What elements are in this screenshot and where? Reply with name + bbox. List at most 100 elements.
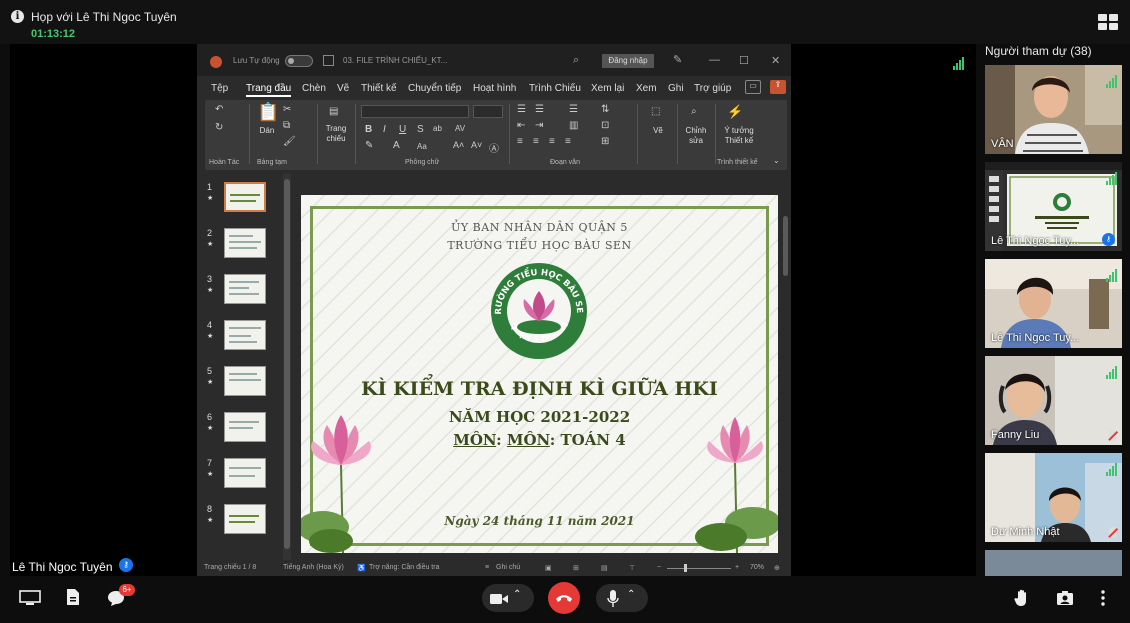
designer-label-2[interactable]: Thiết kế <box>717 136 761 146</box>
redo-icon[interactable]: ↻ <box>215 122 223 133</box>
font-size-select[interactable] <box>473 105 503 118</box>
participant-card-icon[interactable] <box>1056 590 1074 606</box>
reading-view-icon[interactable]: ▤ <box>601 564 608 572</box>
participant-tile[interactable]: Fanny Liu <box>985 356 1122 445</box>
designer-label-1[interactable]: Ý tưởng <box>717 126 761 136</box>
zoom-in-icon[interactable]: + <box>735 564 739 571</box>
slides-label-2[interactable]: chiếu <box>319 134 353 144</box>
tab-transitions[interactable]: Chuyển tiếp <box>408 83 461 94</box>
thumbnail-scrollbar-thumb[interactable] <box>284 179 290 549</box>
participant-tile[interactable]: Lê Thi Ngoc Tuy... <box>985 259 1122 348</box>
new-slide-icon[interactable]: ▤ <box>329 106 338 117</box>
slide-canvas[interactable]: ỦY BAN NHÂN DÂN QUẬN 5 TRƯỜNG TIỂU HỌC B… <box>301 195 778 553</box>
fit-to-window-icon[interactable]: ⊕ <box>774 564 780 572</box>
collapse-ribbon-icon[interactable]: ⌄ <box>773 156 780 165</box>
chevron-up-icon[interactable]: ⌃ <box>513 589 521 600</box>
underline-icon[interactable]: U <box>399 124 406 135</box>
copy-icon[interactable]: ⧉ <box>283 120 290 131</box>
slide-thumbnail[interactable] <box>224 504 266 534</box>
participant-tile[interactable]: Dư Minh Nhật <box>985 453 1122 542</box>
font-case-icon[interactable]: AV <box>455 124 465 133</box>
zoom-slider[interactable] <box>667 568 731 569</box>
text-effect-icon[interactable]: Aa <box>417 142 427 151</box>
minimize-icon[interactable]: — <box>709 54 720 66</box>
tab-review[interactable]: Xem lại <box>591 83 624 94</box>
italic-icon[interactable]: I <box>383 124 386 135</box>
tab-insert[interactable]: Chèn <box>302 83 326 94</box>
maximize-icon[interactable]: ☐ <box>739 54 749 67</box>
zoom-out-icon[interactable]: − <box>657 564 661 571</box>
font-color-icon[interactable]: A <box>393 140 400 151</box>
tab-draw[interactable]: Vẽ <box>337 83 349 94</box>
increase-indent-icon[interactable]: ⇥ <box>535 120 543 131</box>
normal-view-icon[interactable]: ▣ <box>545 564 552 572</box>
slideshow-icon[interactable]: ⊤ <box>629 564 635 572</box>
char-spacing-icon[interactable]: ab <box>433 124 442 133</box>
notes-button[interactable]: Ghi chú <box>496 564 520 571</box>
numbering-icon[interactable]: ☰ <box>535 104 544 115</box>
zoom-level[interactable]: 70% <box>750 564 764 571</box>
strikethrough-icon[interactable]: S <box>417 124 424 135</box>
draw-shapes-icon[interactable]: ⬚ <box>651 106 660 117</box>
slide-sorter-icon[interactable]: ⊞ <box>573 564 579 572</box>
slides-label-1[interactable]: Trang <box>319 124 353 134</box>
grow-font-icon[interactable]: A˄ <box>453 140 464 150</box>
format-painter-icon[interactable]: 🖌 <box>283 136 296 147</box>
tab-record[interactable]: Ghi <box>668 83 684 94</box>
align-right-icon[interactable]: ≡ <box>549 136 555 147</box>
paste-button[interactable]: Dán <box>257 126 277 136</box>
text-direction-icon[interactable]: ⇅ <box>601 104 609 115</box>
language-status[interactable]: Tiếng Anh (Hoa Kỳ) <box>283 564 344 571</box>
microphone-icon[interactable] <box>607 590 619 608</box>
tab-view[interactable]: Xem <box>636 83 657 94</box>
notes-icon[interactable]: ≡ <box>485 564 489 571</box>
tab-file[interactable]: Tệp <box>211 83 228 94</box>
raise-hand-icon[interactable] <box>1014 589 1030 607</box>
tab-animations[interactable]: Hoạt hình <box>473 83 516 94</box>
align-text-icon[interactable]: ⊡ <box>601 120 609 131</box>
document-icon[interactable] <box>65 588 81 606</box>
slide-scrollbar-thumb[interactable] <box>783 216 788 276</box>
editing-label-2[interactable]: sửa <box>679 136 713 146</box>
chevron-up-icon[interactable]: ⌃ <box>627 589 635 600</box>
sign-in-button[interactable]: Đăng nhập <box>602 54 654 68</box>
close-icon[interactable]: ✕ <box>771 54 780 67</box>
tab-home[interactable]: Trang đầu <box>246 83 292 97</box>
participant-tile[interactable]: VÂN <box>985 65 1122 154</box>
align-center-icon[interactable]: ≡ <box>533 136 539 147</box>
bold-icon[interactable]: B <box>365 124 372 135</box>
slide-thumbnail[interactable] <box>224 458 266 488</box>
slide-thumbnail[interactable] <box>224 228 266 258</box>
slide-thumbnail[interactable] <box>224 182 266 212</box>
align-left-icon[interactable]: ≡ <box>517 136 523 147</box>
draw-button[interactable]: Vẽ <box>641 126 675 136</box>
bullets-icon[interactable]: ☰ <box>517 104 526 115</box>
accessibility-status[interactable]: Trợ năng: Cần điều tra <box>369 564 439 571</box>
zoom-slider-thumb[interactable] <box>684 564 687 572</box>
participant-tile[interactable] <box>985 550 1122 576</box>
editing-label-1[interactable]: Chỉnh <box>679 126 713 136</box>
designer-icon[interactable]: ⚡ <box>727 104 743 120</box>
undo-icon[interactable]: ↶ <box>215 104 223 115</box>
slide-thumbnail[interactable] <box>224 412 266 442</box>
participant-tile[interactable]: Lê Thi Ngoc Tuy... ⚷ <box>985 162 1122 251</box>
video-camera-icon[interactable] <box>490 593 508 605</box>
pen-icon[interactable]: ✎ <box>673 53 682 66</box>
find-icon[interactable]: ⌕ <box>691 106 697 117</box>
clear-format-icon[interactable]: Ⓐ <box>489 140 499 155</box>
search-icon[interactable]: ⌕ <box>573 54 579 67</box>
paste-icon[interactable]: 📋 <box>257 102 279 123</box>
tab-help[interactable]: Trợ giúp <box>694 83 731 94</box>
slide-thumbnail[interactable] <box>224 366 266 396</box>
columns-icon[interactable]: ▥ <box>569 120 578 131</box>
cut-icon[interactable]: ✂ <box>283 104 291 115</box>
autosave-toggle[interactable] <box>285 55 313 67</box>
screen-share-icon[interactable] <box>19 590 41 606</box>
comments-icon[interactable]: ▭ <box>745 80 761 94</box>
shrink-font-icon[interactable]: A˅ <box>471 140 482 150</box>
share-icon[interactable]: ⇪ <box>770 80 786 94</box>
highlight-icon[interactable]: ✎ <box>365 140 373 151</box>
save-icon[interactable] <box>323 55 334 66</box>
more-options-icon[interactable] <box>1100 590 1106 606</box>
hang-up-icon[interactable] <box>555 593 573 603</box>
